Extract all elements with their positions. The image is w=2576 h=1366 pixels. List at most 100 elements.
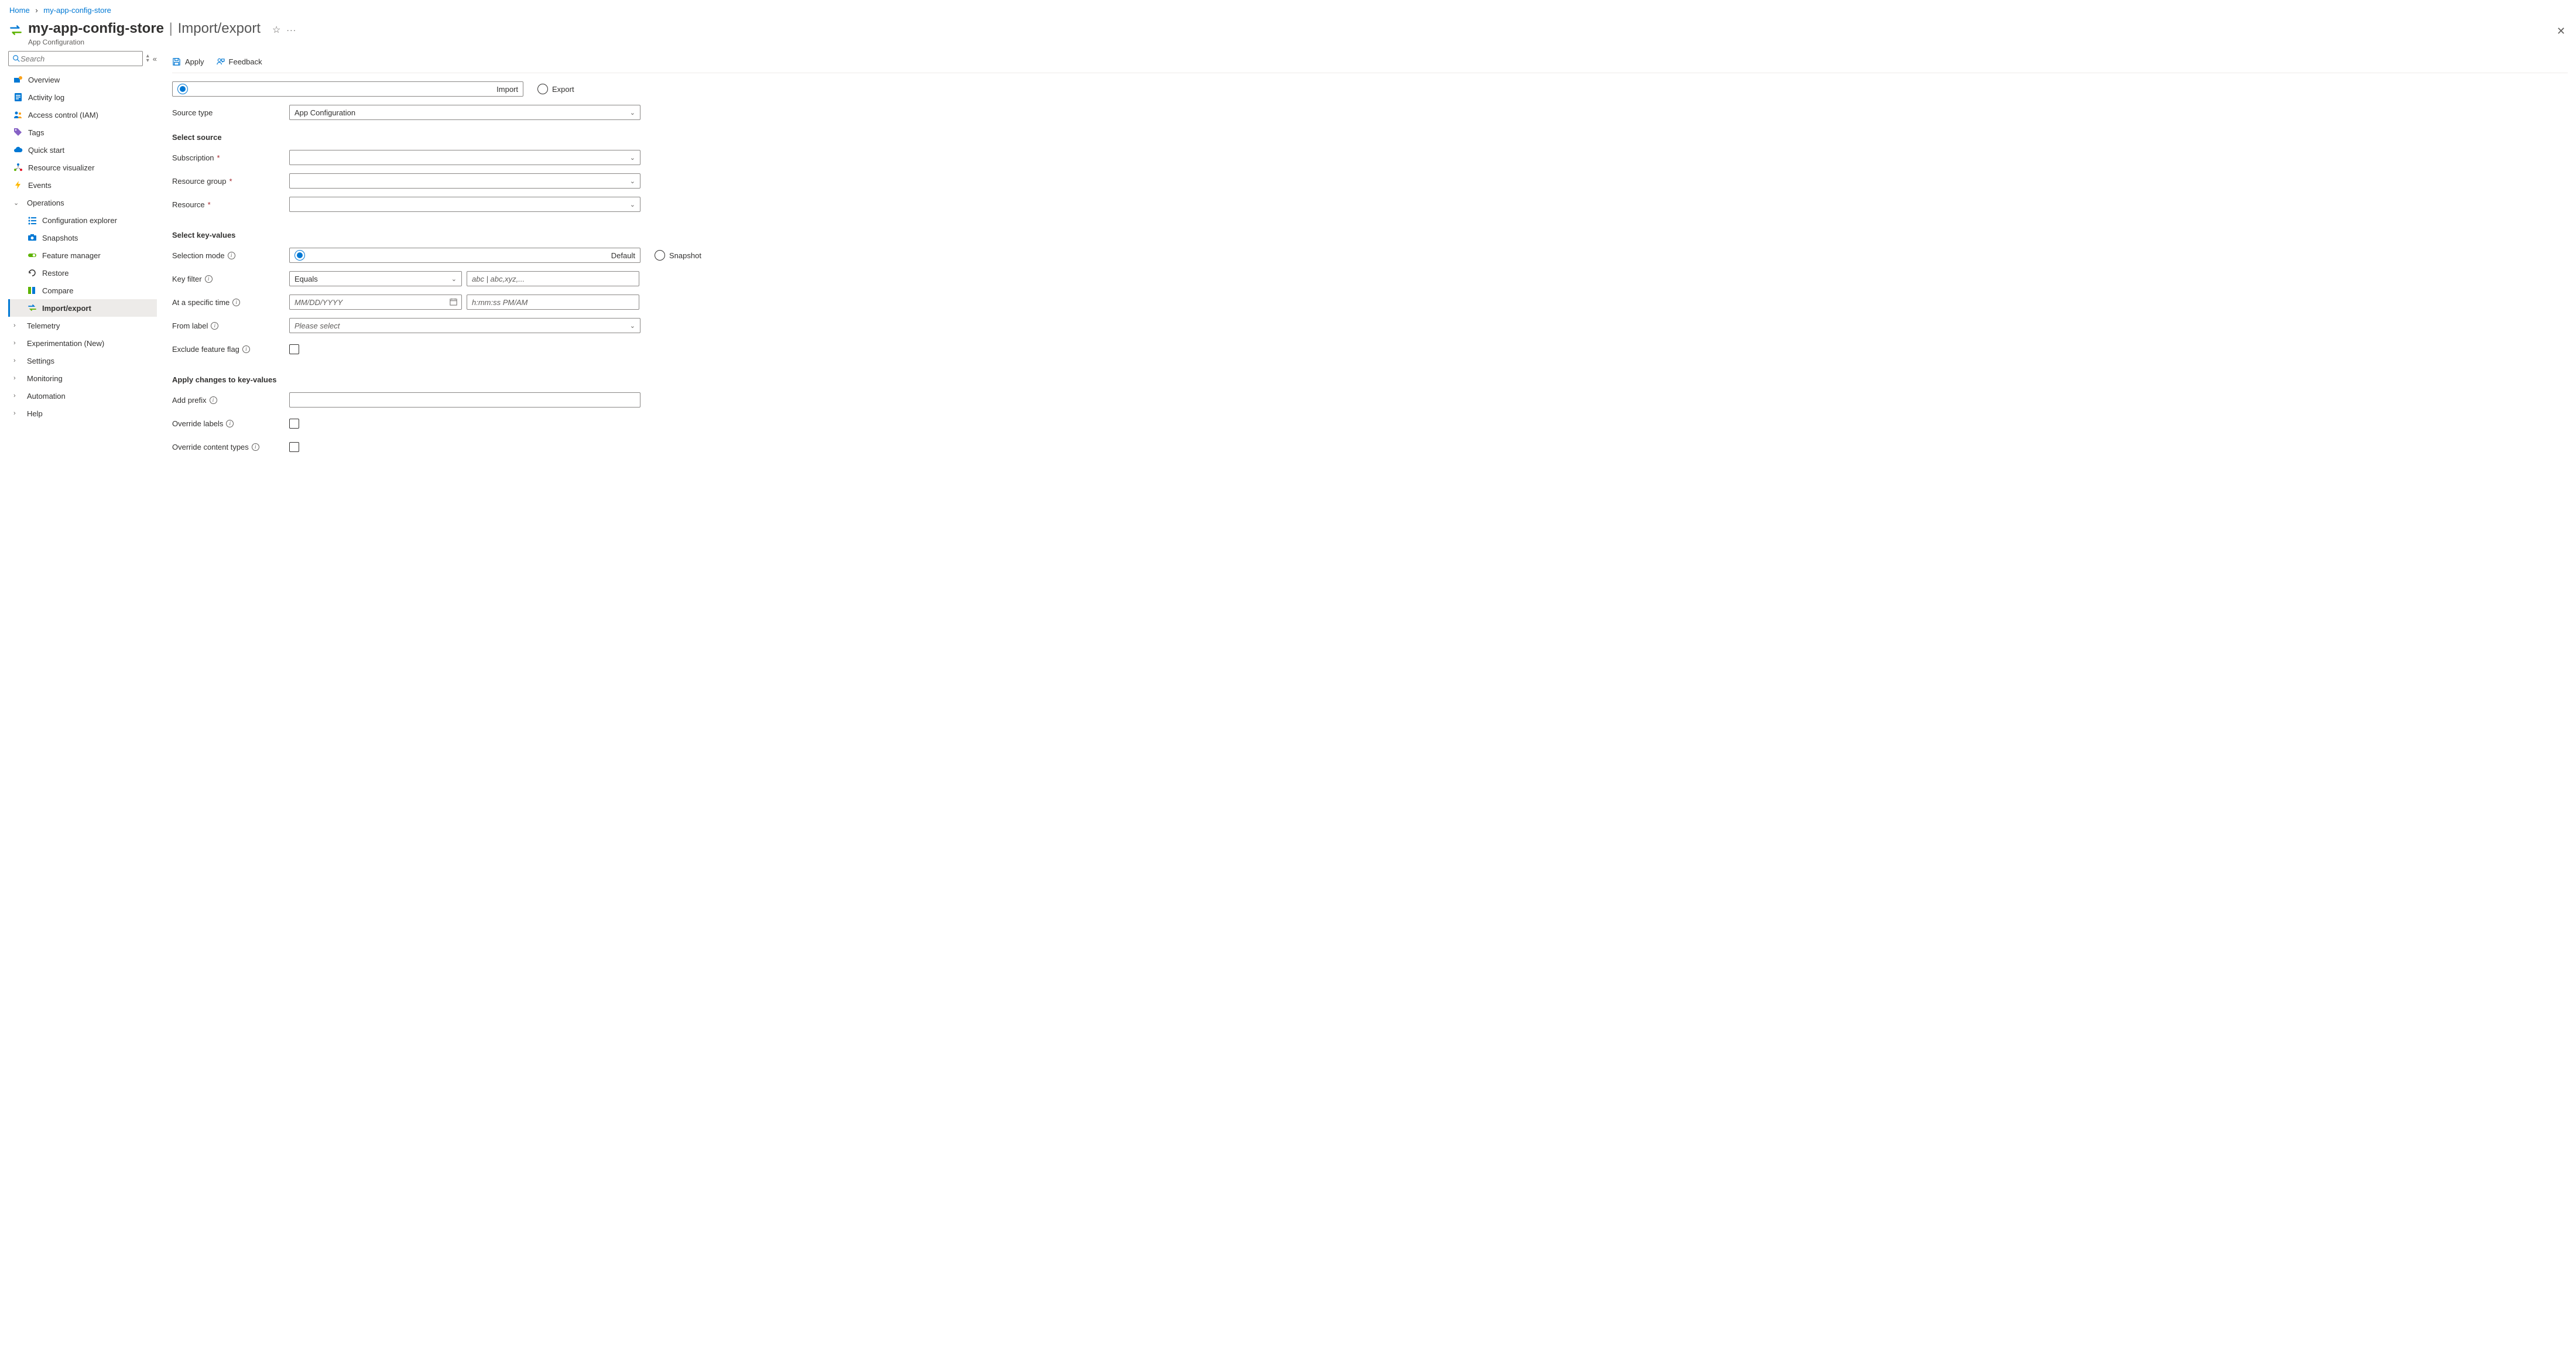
input-date[interactable] bbox=[289, 295, 462, 310]
sidebar-item-config-explorer[interactable]: Configuration explorer bbox=[8, 211, 157, 229]
info-icon[interactable]: i bbox=[242, 345, 250, 353]
chevron-down-icon: ⌄ bbox=[630, 322, 635, 330]
breadcrumb: Home › my-app-config-store bbox=[8, 5, 2568, 20]
config-explorer-icon bbox=[28, 215, 37, 225]
info-icon[interactable]: i bbox=[232, 299, 240, 306]
checkbox-override-content-types[interactable] bbox=[289, 442, 299, 452]
select-from-label[interactable]: Please select⌄ bbox=[289, 318, 640, 333]
sidebar-item-compare[interactable]: Compare bbox=[8, 282, 157, 299]
chevron-down-icon: ⌄ bbox=[630, 154, 635, 162]
label-key-filter: Key filter i bbox=[172, 275, 289, 283]
chevron-down-icon: ⌄ bbox=[630, 177, 635, 185]
sidebar-group-monitoring[interactable]: ›Monitoring bbox=[8, 369, 157, 387]
page-title: my-app-config-store | Import/export bbox=[28, 20, 261, 37]
breadcrumb-sep-icon: › bbox=[35, 6, 37, 15]
radio-import[interactable]: Import bbox=[172, 81, 523, 97]
info-icon[interactable]: i bbox=[252, 443, 259, 451]
sidebar-item-iam[interactable]: Access control (IAM) bbox=[8, 106, 157, 124]
sidebar-item-restore[interactable]: Restore bbox=[8, 264, 157, 282]
select-resource[interactable]: ⌄ bbox=[289, 197, 640, 212]
feedback-button[interactable]: Feedback bbox=[216, 57, 262, 66]
radio-selection-default[interactable]: Default bbox=[289, 248, 640, 263]
sidebar-item-resource-visualizer[interactable]: Resource visualizer bbox=[8, 159, 157, 176]
label-add-prefix: Add prefix i bbox=[172, 396, 289, 405]
label-at-time: At a specific time i bbox=[172, 298, 289, 307]
sidebar-group-automation[interactable]: ›Automation bbox=[8, 387, 157, 405]
expand-collapse-icon[interactable]: ▴▾ bbox=[146, 54, 149, 63]
select-source-type[interactable]: App Configuration⌄ bbox=[289, 105, 640, 120]
select-subscription[interactable]: ⌄ bbox=[289, 150, 640, 165]
sidebar-group-operations[interactable]: ⌄Operations bbox=[8, 194, 157, 211]
sidebar-group-telemetry[interactable]: ›Telemetry bbox=[8, 317, 157, 334]
label-subscription: Subscription * bbox=[172, 153, 289, 162]
section-apply-changes: Apply changes to key-values bbox=[172, 375, 2568, 384]
radio-selection-snapshot[interactable]: Snapshot bbox=[655, 250, 701, 261]
favorite-star-icon[interactable]: ☆ bbox=[272, 24, 280, 36]
sidebar-search-input[interactable] bbox=[20, 54, 139, 63]
checkbox-exclude-feature-flag[interactable] bbox=[289, 344, 299, 354]
input-time[interactable] bbox=[467, 295, 639, 310]
import-export-icon bbox=[28, 303, 37, 313]
sidebar-item-import-export[interactable]: Import/export bbox=[8, 299, 157, 317]
info-icon[interactable]: i bbox=[228, 252, 235, 259]
swap-icon bbox=[8, 23, 23, 40]
sidebar-item-quick-start[interactable]: Quick start bbox=[8, 141, 157, 159]
label-selection-mode: Selection mode i bbox=[172, 251, 289, 260]
page-subtitle: App Configuration bbox=[28, 38, 261, 46]
events-icon bbox=[13, 180, 23, 190]
log-icon bbox=[13, 93, 23, 102]
close-blade-button[interactable]: ✕ bbox=[2554, 23, 2568, 40]
sidebar-item-events[interactable]: Events bbox=[8, 176, 157, 194]
info-icon[interactable]: i bbox=[205, 275, 213, 283]
chevron-down-icon: ⌄ bbox=[13, 199, 22, 207]
chevron-down-icon: ⌄ bbox=[630, 109, 635, 117]
info-icon[interactable]: i bbox=[226, 420, 234, 427]
sidebar-search[interactable] bbox=[8, 51, 143, 66]
select-resource-group[interactable]: ⌄ bbox=[289, 173, 640, 189]
feature-manager-icon bbox=[28, 251, 37, 260]
iam-icon bbox=[13, 110, 23, 119]
search-icon bbox=[12, 54, 20, 63]
calendar-icon[interactable] bbox=[449, 297, 458, 308]
breadcrumb-home[interactable]: Home bbox=[9, 6, 30, 15]
label-override-content-types: Override content types i bbox=[172, 443, 289, 451]
select-key-filter-op[interactable]: Equals⌄ bbox=[289, 271, 462, 286]
feedback-icon bbox=[216, 57, 225, 66]
chevron-right-icon: › bbox=[13, 375, 22, 382]
breadcrumb-item[interactable]: my-app-config-store bbox=[43, 6, 111, 15]
info-icon[interactable]: i bbox=[211, 322, 218, 330]
label-source-type: Source type bbox=[172, 108, 289, 117]
chevron-right-icon: › bbox=[13, 322, 22, 329]
chevron-right-icon: › bbox=[13, 392, 22, 399]
chevron-right-icon: › bbox=[13, 410, 22, 417]
save-icon bbox=[172, 57, 181, 66]
chevron-right-icon: › bbox=[13, 357, 22, 364]
chevron-right-icon: › bbox=[13, 340, 22, 347]
compare-icon bbox=[28, 286, 37, 295]
label-resource-group: Resource group * bbox=[172, 177, 289, 186]
visualizer-icon bbox=[13, 163, 23, 172]
sidebar-item-tags[interactable]: Tags bbox=[8, 124, 157, 141]
input-add-prefix[interactable] bbox=[289, 392, 640, 408]
sidebar-item-overview[interactable]: Overview bbox=[8, 71, 157, 88]
sidebar-item-snapshots[interactable]: Snapshots bbox=[8, 229, 157, 247]
cloud-icon bbox=[13, 145, 23, 155]
overview-icon bbox=[13, 75, 23, 84]
sidebar-group-experimentation[interactable]: ›Experimentation (New) bbox=[8, 334, 157, 352]
input-key-filter-value[interactable] bbox=[467, 271, 639, 286]
label-resource: Resource * bbox=[172, 200, 289, 209]
label-exclude-feature-flag: Exclude feature flag i bbox=[172, 345, 289, 354]
restore-icon bbox=[28, 268, 37, 278]
radio-export[interactable]: Export bbox=[537, 84, 574, 94]
sidebar-group-settings[interactable]: ›Settings bbox=[8, 352, 157, 369]
more-actions-icon[interactable]: ··· bbox=[286, 25, 296, 35]
checkbox-override-labels[interactable] bbox=[289, 419, 299, 429]
collapse-sidebar-icon[interactable]: « bbox=[153, 54, 157, 63]
chevron-down-icon: ⌄ bbox=[630, 201, 635, 208]
sidebar-item-feature-manager[interactable]: Feature manager bbox=[8, 247, 157, 264]
apply-button[interactable]: Apply bbox=[172, 57, 204, 66]
sidebar-group-help[interactable]: ›Help bbox=[8, 405, 157, 422]
sidebar-item-activity-log[interactable]: Activity log bbox=[8, 88, 157, 106]
info-icon[interactable]: i bbox=[210, 396, 217, 404]
chevron-down-icon: ⌄ bbox=[451, 275, 457, 283]
